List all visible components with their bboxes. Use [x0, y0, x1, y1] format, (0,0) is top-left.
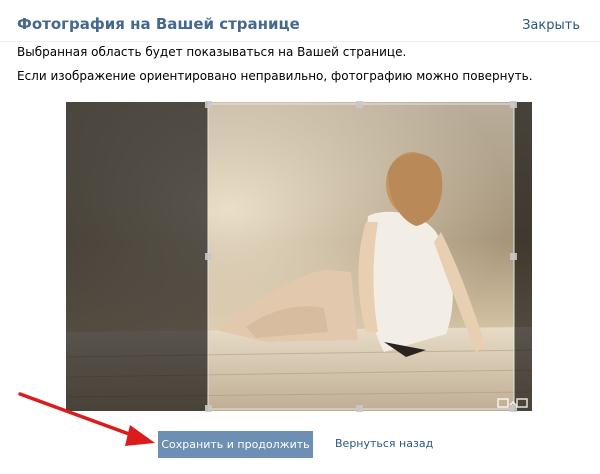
dialog-title: Фотография на Вашей странице — [17, 15, 300, 33]
description-line-1: Выбранная область будет показываться на … — [17, 45, 407, 59]
red-arrow-annotation — [18, 392, 155, 446]
photo-image — [66, 102, 532, 411]
close-link[interactable]: Закрыть — [522, 18, 580, 33]
crop-handle-left[interactable] — [205, 253, 212, 260]
rotate-icon[interactable] — [496, 395, 530, 409]
crop-handle-bottom-left[interactable] — [205, 405, 212, 412]
go-back-link[interactable]: Вернуться назад — [335, 437, 433, 450]
crop-handle-top[interactable] — [356, 101, 363, 108]
crop-handle-top-right[interactable] — [510, 101, 517, 108]
crop-handle-bottom[interactable] — [356, 405, 363, 412]
dialog-header: Фотография на Вашей странице Закрыть — [0, 0, 600, 42]
save-and-continue-button[interactable]: Сохранить и продолжить — [158, 431, 313, 458]
photo-crop-area[interactable] — [66, 102, 532, 411]
crop-handle-right[interactable] — [510, 253, 517, 260]
description-line-2: Если изображение ориентировано неправиль… — [17, 69, 533, 83]
crop-handle-top-left[interactable] — [205, 101, 212, 108]
